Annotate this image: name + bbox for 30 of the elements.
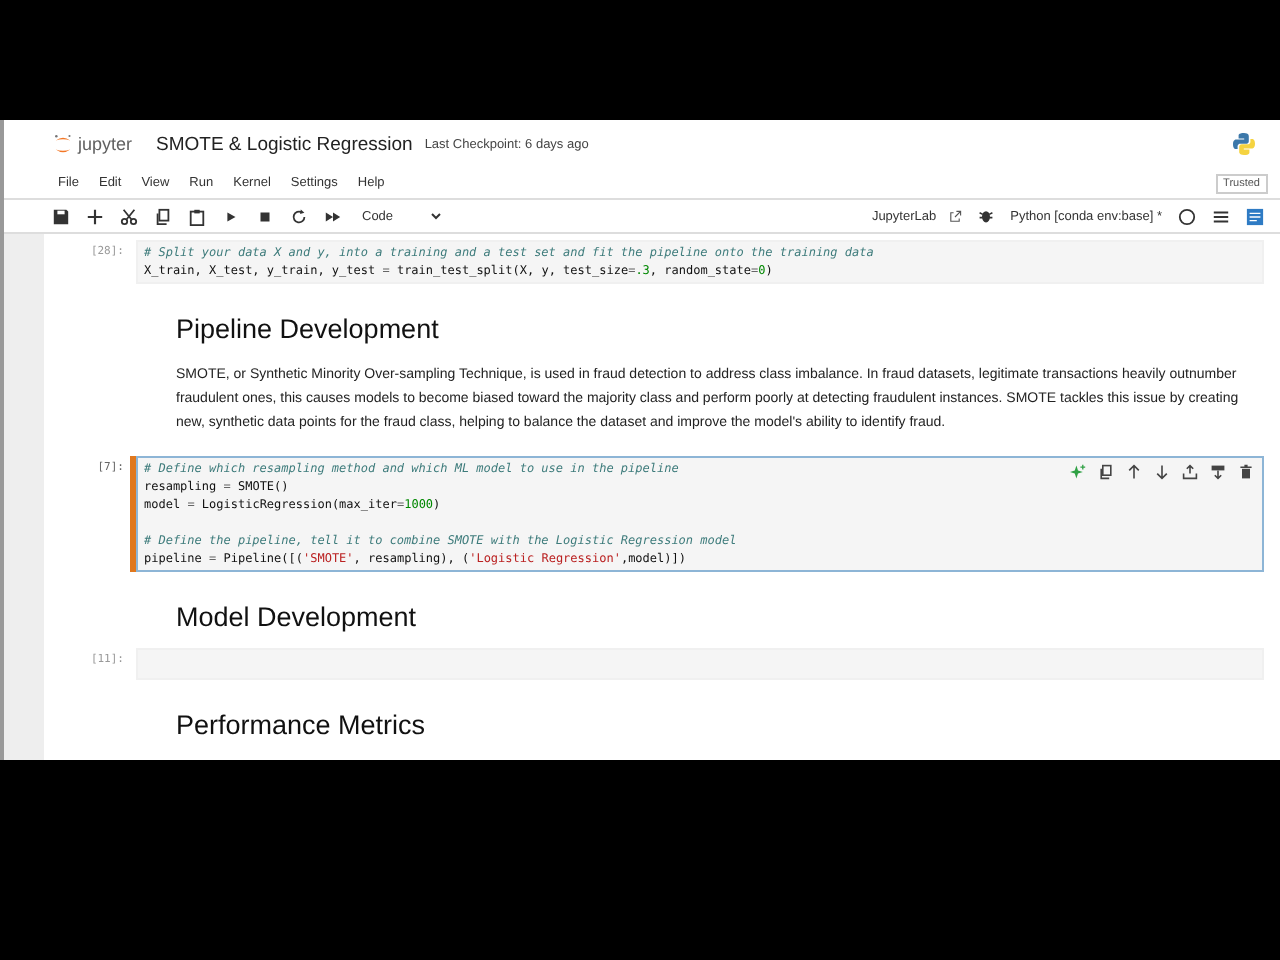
jupyter-logo-icon bbox=[54, 133, 72, 155]
list-icon[interactable] bbox=[1212, 207, 1230, 225]
play-icon[interactable] bbox=[222, 207, 240, 225]
external-link-icon[interactable] bbox=[948, 209, 963, 223]
arrow-down-icon[interactable] bbox=[1154, 464, 1170, 480]
insert-above-icon[interactable] bbox=[1182, 464, 1198, 480]
trash-icon[interactable] bbox=[1238, 464, 1254, 480]
arrow-up-icon[interactable] bbox=[1126, 464, 1142, 480]
property-inspector-icon[interactable] bbox=[1246, 207, 1264, 225]
notebook-title[interactable]: SMOTE & Logistic Regression bbox=[156, 133, 413, 155]
stop-icon[interactable] bbox=[256, 207, 274, 225]
restart-icon[interactable] bbox=[290, 207, 308, 225]
section-heading: Pipeline Development bbox=[176, 314, 439, 346]
cut-icon[interactable] bbox=[120, 207, 138, 225]
paste-icon[interactable] bbox=[188, 207, 206, 225]
code-cell[interactable] bbox=[136, 456, 1264, 572]
insert-below-icon[interactable] bbox=[1210, 464, 1226, 480]
section-heading: Model Development bbox=[176, 602, 417, 634]
jupyter-logo-text: jupyter bbox=[78, 134, 133, 154]
add-icon[interactable] bbox=[86, 207, 104, 225]
caret-icon bbox=[429, 210, 442, 222]
fast-forward-icon[interactable] bbox=[324, 207, 342, 225]
copy-icon[interactable] bbox=[154, 207, 172, 225]
section-heading: Performance Metrics bbox=[176, 710, 426, 742]
duplicate-icon[interactable] bbox=[1098, 464, 1114, 480]
save-icon[interactable] bbox=[52, 207, 70, 225]
python-logo-icon bbox=[1232, 132, 1256, 156]
bug-icon[interactable] bbox=[978, 208, 995, 224]
sparkle-icon[interactable] bbox=[1070, 464, 1086, 480]
kernel-status-circle-icon[interactable] bbox=[1178, 207, 1196, 225]
